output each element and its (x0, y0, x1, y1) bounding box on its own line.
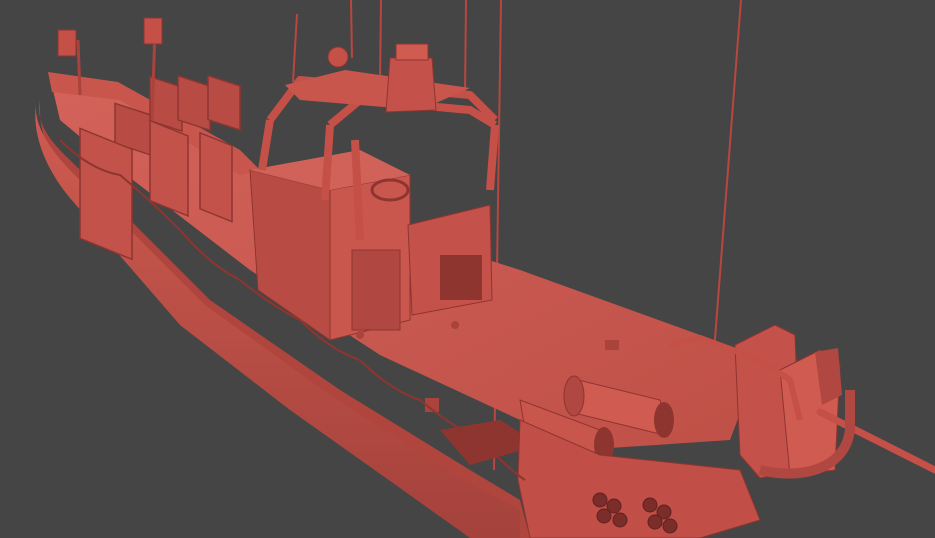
boat-render (0, 0, 935, 538)
3d-viewport[interactable] (0, 0, 935, 538)
beacon-dome (327, 46, 349, 68)
